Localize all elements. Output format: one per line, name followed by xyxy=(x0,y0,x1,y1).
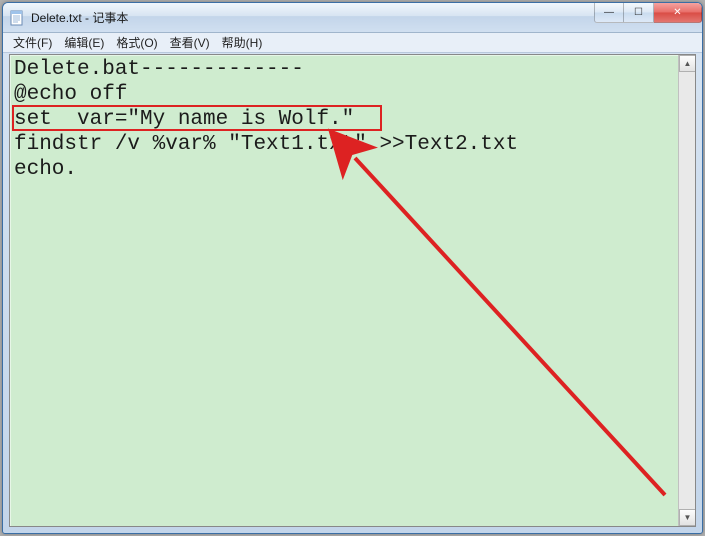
notepad-icon xyxy=(9,10,25,26)
minimize-button[interactable]: — xyxy=(594,3,624,23)
menu-help[interactable]: 帮助(H) xyxy=(216,33,269,52)
window-controls: — ☐ ✕ xyxy=(594,3,702,23)
menu-file[interactable]: 文件(F) xyxy=(7,33,58,52)
close-button[interactable]: ✕ xyxy=(654,3,702,23)
maximize-icon: ☐ xyxy=(634,7,643,18)
titlebar[interactable]: Delete.txt - 记事本 — ☐ ✕ xyxy=(3,3,702,33)
editor-line-5: echo. xyxy=(14,158,77,181)
editor-line-3: set var="My name is Wolf." xyxy=(14,108,354,131)
editor-line-4: findstr /v %var% "Text1.txt" >>Text2.txt xyxy=(14,133,518,156)
maximize-button[interactable]: ☐ xyxy=(624,3,654,23)
notepad-window: Delete.txt - 记事本 — ☐ ✕ 文件(F) 编辑(E) 格式(O)… xyxy=(2,2,703,534)
editor-line-1: Delete.bat------------- xyxy=(14,58,304,81)
menu-view[interactable]: 查看(V) xyxy=(164,33,216,52)
scroll-up-button[interactable]: ▲ xyxy=(679,55,696,72)
menu-edit[interactable]: 编辑(E) xyxy=(58,33,110,52)
vertical-scrollbar[interactable]: ▲ ▼ xyxy=(678,55,695,526)
chevron-up-icon: ▲ xyxy=(684,59,692,68)
chevron-down-icon: ▼ xyxy=(684,513,692,522)
minimize-icon: — xyxy=(604,7,614,18)
menubar: 文件(F) 编辑(E) 格式(O) 查看(V) 帮助(H) xyxy=(3,33,702,53)
scroll-down-button[interactable]: ▼ xyxy=(679,509,696,526)
editor-line-2: @echo off xyxy=(14,83,127,106)
menu-format[interactable]: 格式(O) xyxy=(110,33,163,52)
close-icon: ✕ xyxy=(673,7,681,18)
text-editor[interactable]: Delete.bat------------- @echo off set va… xyxy=(10,55,695,526)
editor-frame: Delete.bat------------- @echo off set va… xyxy=(9,54,696,527)
